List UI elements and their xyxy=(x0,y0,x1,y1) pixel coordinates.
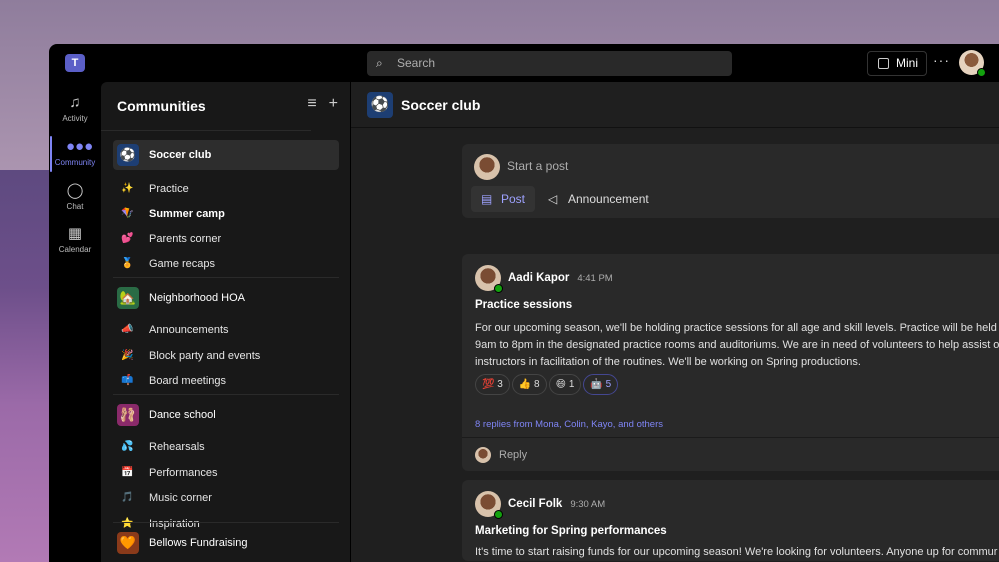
app-rail: ♫ Activity ●●● Community ◯ Chat ▦ Calendar xyxy=(49,82,101,562)
my-avatar xyxy=(475,447,491,463)
channel-emoji-icon: 🎉 xyxy=(121,350,134,361)
post-time: 9:30 AM xyxy=(570,499,606,510)
post-card: Cecil Folk 9:30 AM Marketing for Spring p… xyxy=(462,480,999,561)
divider xyxy=(113,394,339,395)
post-body: It's time to start raising funds for our… xyxy=(475,546,998,558)
divider xyxy=(113,522,339,523)
presence-available-icon xyxy=(494,510,503,519)
channel-emoji-icon: 🎵 xyxy=(121,492,134,503)
post-time: 4:41 PM xyxy=(577,273,613,284)
teams-window: T ⌕ Search Mini ··· ♫ Activity ●●● Communit… xyxy=(49,44,999,562)
post-title: Practice sessions xyxy=(475,299,573,311)
channel-emoji-icon: ✨ xyxy=(121,183,134,194)
soccer-ball-icon: ⚽ xyxy=(367,92,393,118)
divider xyxy=(101,130,311,131)
reaction-emoji-icon: 🤖 xyxy=(590,379,603,390)
channel-emoji-icon: 🏅 xyxy=(121,258,134,269)
search-icon: ⌕ xyxy=(376,56,383,70)
reaction-emoji-icon: 👍 xyxy=(518,379,532,390)
mini-button[interactable]: Mini xyxy=(867,51,927,76)
channel-item[interactable]: 📫 Board meetings xyxy=(113,370,339,392)
announcement-button[interactable]: ◁ Announcement xyxy=(538,186,659,212)
channel-emoji-icon: 🪁 xyxy=(121,208,134,219)
bell-icon: ♫ xyxy=(69,94,81,111)
author-avatar xyxy=(475,491,503,519)
rail-chat[interactable]: ◯ Chat xyxy=(49,178,101,218)
mini-window-icon xyxy=(878,58,889,69)
presence-available-icon xyxy=(977,68,986,77)
reaction-emoji-icon: 😄 xyxy=(555,379,567,390)
panel-title: Communities xyxy=(117,98,206,114)
profile-avatar[interactable] xyxy=(959,50,986,77)
channel-emoji-icon: 📫 xyxy=(121,375,134,386)
search-input[interactable]: ⌕ Search xyxy=(367,51,732,76)
author-name[interactable]: Cecil Folk xyxy=(508,498,562,510)
channel-item[interactable]: 🏅 Game recaps xyxy=(113,253,339,275)
channel-header: ⚽ Soccer club xyxy=(351,82,999,128)
community-avatar-icon: ⚽ xyxy=(117,144,139,166)
post-button[interactable]: ▤ Post xyxy=(471,186,536,212)
channel-item[interactable]: ✨ Practice xyxy=(113,178,339,200)
community-item[interactable]: 🧡 Bellows Fundraising xyxy=(113,528,339,558)
reaction-button[interactable]: 💯 3 xyxy=(475,374,510,395)
channel-emoji-icon: 📅 xyxy=(121,467,134,478)
rail-activity[interactable]: ♫ Activity xyxy=(49,90,101,130)
channel-item[interactable]: 💦 Rehearsals xyxy=(113,436,339,458)
community-item[interactable]: ⚽ Soccer club xyxy=(113,140,339,170)
title-bar: T ⌕ Search Mini ··· xyxy=(49,44,999,82)
communities-panel: Communities ≡ + ⚽ Soccer club ✨ Practice 🪁 Sum… xyxy=(101,82,350,562)
chat-icon: ◯ xyxy=(66,182,84,199)
add-community-icon[interactable]: + xyxy=(329,95,338,112)
channel-item[interactable]: 🎉 Block party and events xyxy=(113,345,339,367)
reaction-button[interactable]: 🤖 5 xyxy=(583,374,619,395)
channel-item[interactable]: 📣 Announcements xyxy=(113,319,339,341)
channel-title: Soccer club xyxy=(401,97,481,113)
author-avatar xyxy=(475,265,503,293)
my-avatar xyxy=(474,154,500,180)
reaction-button[interactable]: 😄 1 xyxy=(548,374,582,395)
community-avatar-icon: 🏡 xyxy=(117,287,139,309)
channel-item[interactable]: 📅 Performances xyxy=(113,462,339,484)
channel-emoji-icon: 💦 xyxy=(121,441,134,452)
rail-calendar[interactable]: ▦ Calendar xyxy=(49,221,101,261)
community-avatar-icon: 🩰 xyxy=(117,404,139,426)
channel-emoji-icon: 💕 xyxy=(121,233,134,244)
main-pane: ⚽ Soccer club Start a post ▤ Post ◁ Announ… xyxy=(351,82,999,562)
start-post-input[interactable]: Start a post xyxy=(507,159,568,173)
calendar-icon: ▦ xyxy=(67,225,83,242)
post-body: For our upcoming season, we'll be holdin… xyxy=(475,322,999,368)
community-item[interactable]: 🏡 Neighborhood HOA xyxy=(113,283,339,313)
post-card: Aadi Kapor 4:41 PM Practice sessions For … xyxy=(462,254,999,471)
post-title: Marketing for Spring performances xyxy=(475,525,667,537)
channel-item[interactable]: 🎵 Music corner xyxy=(113,487,339,509)
compose-card: Start a post ▤ Post ◁ Announcement xyxy=(462,144,999,218)
community-icon: ●●● xyxy=(66,138,94,155)
reaction-button[interactable]: 👍 8 xyxy=(511,374,547,395)
more-options-button[interactable]: ··· xyxy=(933,52,950,68)
community-item[interactable]: 🩰 Dance school xyxy=(113,400,339,430)
author-name[interactable]: Aadi Kapor xyxy=(508,272,569,284)
post-icon: ▤ xyxy=(481,192,493,206)
channel-item[interactable]: 💕 Parents corner xyxy=(113,228,339,250)
filter-icon[interactable]: ≡ xyxy=(307,95,316,112)
replies-link[interactable]: 8 replies from Mona, Colin, Kayo, and ot… xyxy=(475,419,663,430)
channel-item[interactable]: 🪁 Summer camp xyxy=(113,203,339,225)
reaction-emoji-icon: 💯 xyxy=(482,379,495,390)
channel-emoji-icon: 📣 xyxy=(121,324,134,335)
teams-logo: T xyxy=(65,54,85,72)
rail-community[interactable]: ●●● Community xyxy=(49,134,101,174)
megaphone-icon: ◁ xyxy=(548,192,558,206)
presence-available-icon xyxy=(494,284,503,293)
divider xyxy=(113,277,339,278)
reply-button[interactable]: Reply xyxy=(462,437,999,471)
community-avatar-icon: 🧡 xyxy=(117,532,139,554)
